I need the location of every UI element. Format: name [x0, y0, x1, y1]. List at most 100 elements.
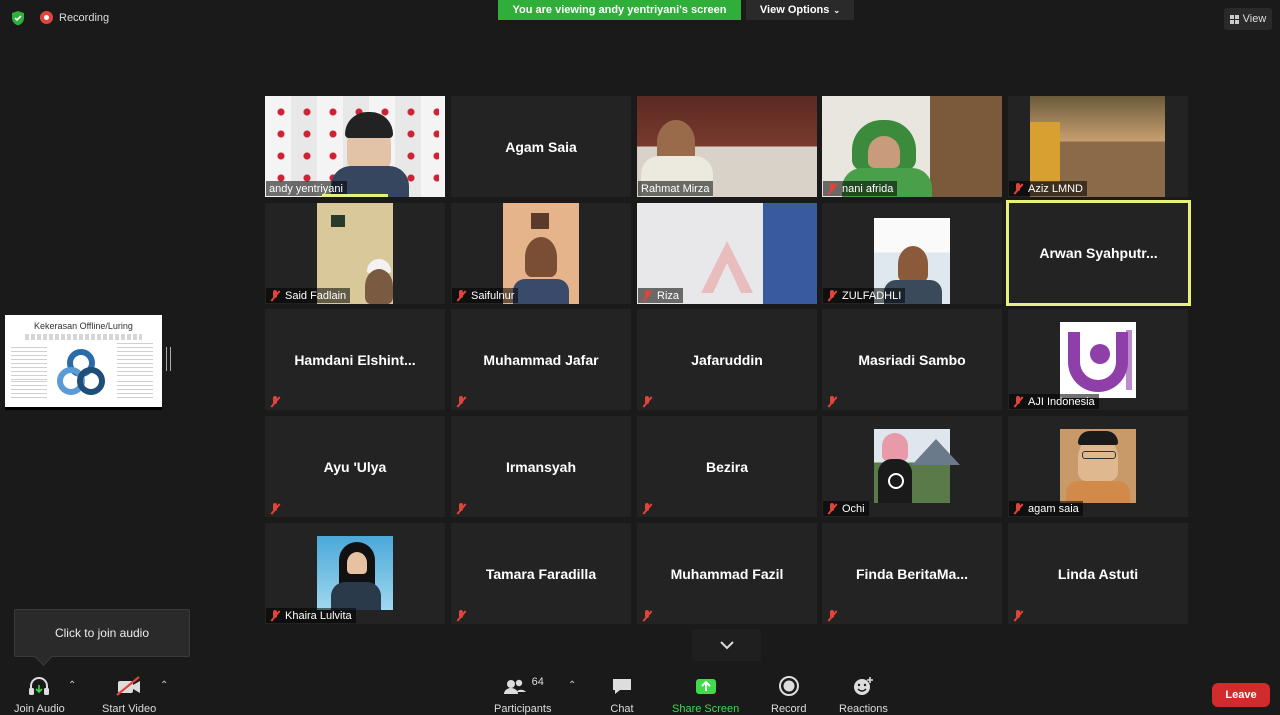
- participant-tile[interactable]: Bezira: [637, 416, 817, 517]
- participant-tile[interactable]: Aziz LMND: [1008, 96, 1188, 197]
- participant-name: Ochi: [842, 502, 865, 515]
- participant-name: Muhammad Fazil: [670, 565, 784, 582]
- thumbnail-resize-handle[interactable]: [166, 347, 171, 371]
- start-video-button[interactable]: Start Video: [102, 675, 156, 715]
- participant-name: Tamara Faradilla: [485, 565, 597, 582]
- video-feed: [1060, 429, 1136, 503]
- participants-button[interactable]: 64 Participants: [494, 675, 551, 715]
- participant-tile[interactable]: ZULFADHLI: [822, 203, 1002, 304]
- participant-tile[interactable]: Tamara Faradilla: [451, 523, 631, 624]
- participant-label: Said Fadlain: [266, 288, 351, 303]
- participant-tile[interactable]: Ochi: [822, 416, 1002, 517]
- participant-tile[interactable]: Ayu 'Ulya: [265, 416, 445, 517]
- participants-options-caret-icon[interactable]: ⌃: [568, 680, 576, 691]
- muted-mic-icon: [455, 289, 467, 302]
- join-audio-button[interactable]: Join Audio: [14, 675, 65, 715]
- participant-tile[interactable]: Riza: [637, 203, 817, 304]
- participant-name: Agam Saia: [505, 138, 577, 155]
- participant-tile[interactable]: Irmansyah: [451, 416, 631, 517]
- muted-mic-icon: [455, 503, 467, 515]
- organization-logo: [1060, 322, 1136, 398]
- shared-screen-text-block: [11, 381, 47, 401]
- participant-label: nani afrida: [823, 181, 898, 196]
- participant-tile[interactable]: Linda Astuti: [1008, 523, 1188, 624]
- muted-mic-icon: [826, 182, 838, 195]
- participant-label: Aziz LMND: [1009, 181, 1088, 196]
- video-feed: [317, 536, 393, 610]
- audio-options-caret-icon[interactable]: ⌃: [68, 680, 76, 691]
- participant-tile[interactable]: AJI Indonesia: [1008, 309, 1188, 410]
- video-off-icon: [115, 675, 143, 697]
- muted-mic-icon: [641, 289, 653, 302]
- participant-name: Hamdani Elshint...: [294, 351, 416, 368]
- participant-name: Ayu 'Ulya: [323, 458, 387, 475]
- view-button[interactable]: View: [1224, 8, 1272, 30]
- participant-tile[interactable]: Saifulnur: [451, 203, 631, 304]
- share-screen-button[interactable]: Share Screen: [672, 675, 739, 715]
- leave-button[interactable]: Leave: [1212, 683, 1270, 707]
- participant-name: Aziz LMND: [1028, 182, 1084, 195]
- collapse-gallery-button[interactable]: [692, 629, 761, 661]
- muted-mic-icon: [826, 610, 838, 622]
- participant-tile[interactable]: Masriadi Sambo: [822, 309, 1002, 410]
- view-options-button[interactable]: View Options ⌄: [746, 0, 854, 20]
- participant-name: Khaira Lulvita: [285, 609, 352, 622]
- muted-mic-icon: [269, 503, 281, 515]
- muted-mic-icon: [1012, 502, 1024, 515]
- participant-name: AJI Indonesia: [1028, 395, 1095, 408]
- shared-screen-thumbnail[interactable]: Kekerasan Offline/Luring: [5, 315, 162, 410]
- record-dot-icon: [40, 11, 53, 24]
- video-feed: [874, 429, 960, 503]
- participant-tile[interactable]: Muhammad Jafar: [451, 309, 631, 410]
- record-label: Record: [771, 703, 807, 715]
- view-label: View: [1242, 13, 1267, 25]
- participant-name: Said Fadlain: [285, 289, 347, 302]
- participant-tile[interactable]: nani afrida: [822, 96, 1002, 197]
- diagram-rings-icon: [57, 349, 105, 395]
- participant-tile[interactable]: agam saia: [1008, 416, 1188, 517]
- recording-indicator[interactable]: Recording: [40, 11, 109, 24]
- participant-name: nani afrida: [842, 182, 894, 195]
- participant-tile[interactable]: Muhammad Fazil: [637, 523, 817, 624]
- participant-name: andy yentriyani: [269, 182, 343, 195]
- share-screen-label: Share Screen: [672, 703, 740, 715]
- muted-mic-icon: [826, 502, 838, 515]
- participant-tile[interactable]: Agam Saia: [451, 96, 631, 197]
- shared-screen-subtitle-lines: [25, 334, 142, 340]
- participant-tile-active-speaker[interactable]: Arwan Syahputr...: [1006, 200, 1191, 306]
- muted-mic-icon: [641, 610, 653, 622]
- participant-tile[interactable]: Finda BeritaMa...: [822, 523, 1002, 624]
- shared-screen-text-block: [117, 381, 153, 401]
- participant-tile[interactable]: Khaira Lulvita: [265, 523, 445, 624]
- chat-button[interactable]: Chat: [610, 675, 634, 715]
- muted-mic-icon: [641, 503, 653, 515]
- chat-label: Chat: [610, 703, 634, 715]
- reactions-button[interactable]: Reactions: [839, 675, 888, 715]
- participant-tile[interactable]: andy yentriyani: [265, 96, 445, 197]
- muted-mic-icon: [1012, 610, 1024, 622]
- emoji-reactions-icon: [851, 675, 875, 697]
- muted-mic-icon: [269, 609, 281, 622]
- participant-label: Ochi: [823, 501, 869, 516]
- headphones-icon: [27, 675, 51, 697]
- speaking-indicator: [322, 194, 388, 197]
- muted-mic-icon: [455, 396, 467, 408]
- shared-screen-title: Kekerasan Offline/Luring: [34, 321, 133, 331]
- muted-mic-icon: [641, 396, 653, 408]
- participant-tile[interactable]: Hamdani Elshint...: [265, 309, 445, 410]
- record-button[interactable]: Record: [771, 675, 806, 715]
- record-icon: [778, 675, 800, 697]
- recording-label: Recording: [59, 11, 110, 24]
- start-video-label: Start Video: [102, 703, 157, 715]
- participant-name: Arwan Syahputr...: [1039, 245, 1158, 261]
- participant-tile[interactable]: Jafaruddin: [637, 309, 817, 410]
- security-shield-icon[interactable]: [10, 10, 26, 26]
- participant-tile[interactable]: Rahmat Mirza: [637, 96, 817, 197]
- join-audio-tooltip[interactable]: Click to join audio: [14, 609, 190, 657]
- chevron-down-icon: ⌄: [833, 5, 841, 15]
- participant-label: AJI Indonesia: [1009, 394, 1099, 409]
- participant-tile[interactable]: Said Fadlain: [265, 203, 445, 304]
- view-options-label: View Options: [759, 4, 830, 16]
- video-options-caret-icon[interactable]: ⌃: [160, 680, 168, 691]
- participant-label: Khaira Lulvita: [266, 608, 356, 623]
